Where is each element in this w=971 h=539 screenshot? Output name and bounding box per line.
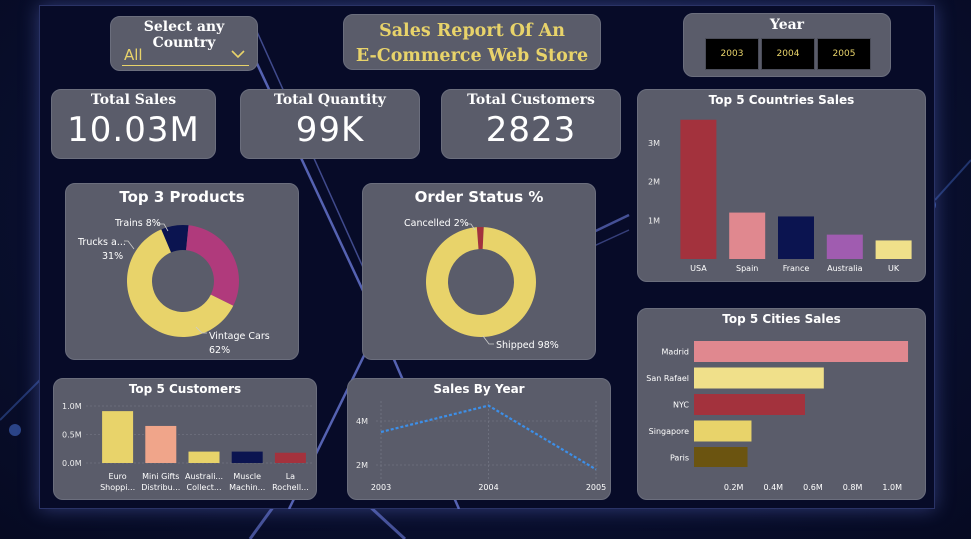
- x-tick-label-la-rochell-line1: La: [286, 472, 295, 481]
- bar-la-rochell: [274, 452, 306, 463]
- country-dropdown-value: All: [124, 45, 143, 64]
- bar-singapore: [694, 420, 752, 442]
- top5-cities-chart: Madrid San Rafael NYC Singapore Paris 0.2M 0.4…: [646, 341, 909, 492]
- y-tick-label-0-5m: 0.5M: [62, 431, 82, 440]
- top5-customers-card: Top 5 Customers 0.0M 0.5M 1.0M Euro Shoppi..…: [53, 378, 317, 500]
- x-tick-label-2003: 2003: [371, 483, 391, 492]
- data-label-trains: Trains 8%: [114, 218, 161, 229]
- x-tick-label-0-2m: 0.2M: [724, 483, 744, 492]
- kpi-total-customers-value: 2823: [485, 110, 577, 150]
- bar-uk: [875, 240, 912, 259]
- bar-muscle-machin: [231, 451, 263, 463]
- bar-san-rafael: [694, 367, 824, 389]
- y-tick-label-nyc: NYC: [673, 401, 689, 410]
- x-tick-label-0-6m: 0.6M: [803, 483, 823, 492]
- report-title-card: Sales Report Of An E-Commerce Web Store: [343, 14, 601, 70]
- data-label-trucks-pct: 31%: [102, 251, 123, 262]
- x-tick-label-muscle-machin-line1: Muscle: [233, 472, 261, 481]
- x-tick-label-usa: USA: [690, 264, 707, 273]
- data-label-vintage-cars: Vintage Cars: [209, 331, 270, 342]
- kpi-total-customers-label: Total Customers: [467, 92, 595, 108]
- bar-paris: [694, 447, 748, 467]
- bar-mini-gifts-distribu: [145, 425, 177, 463]
- x-tick-label-la-rochell-line2: Rochell...: [272, 483, 309, 492]
- data-label-vintage-cars-pct: 62%: [209, 345, 230, 356]
- x-tick-label-spain: Spain: [736, 264, 758, 273]
- x-tick-label-2005: 2005: [586, 483, 606, 492]
- x-tick-label-1-0m: 1.0M: [882, 483, 902, 492]
- order-status-card: Order Status % Shipped 98% Cancelled 2%: [362, 183, 596, 360]
- year-button-2005[interactable]: 2005: [817, 38, 871, 70]
- bar-spain: [729, 212, 766, 259]
- report-title-line2: E-Commerce Web Store: [355, 46, 589, 66]
- year-filter-title: Year: [769, 17, 805, 33]
- y-tick-label-1-0m: 1.0M: [62, 402, 82, 411]
- y-tick-label-san-rafael: San Rafael: [646, 374, 689, 383]
- kpi-total-customers: Total Customers 2823: [441, 89, 621, 159]
- kpi-total-quantity-value: 99K: [295, 110, 365, 150]
- kpi-total-quantity-label: Total Quantity: [274, 92, 386, 108]
- y-tick-label-4m: 4M: [356, 417, 368, 426]
- top3-products-card: Top 3 Products Vintage Cars 62% Trucks a..…: [65, 183, 299, 360]
- kpi-total-sales: Total Sales 10.03M: [51, 89, 216, 159]
- x-tick-label-euro-shoppi-line2: Shoppi...: [100, 483, 135, 492]
- top5-countries-card: Top 5 Countries Sales 1M 2M 3M USA Spain Fran…: [637, 89, 926, 282]
- pie-slice-trucks-a: [186, 225, 239, 306]
- y-tick-label-0-0m: 0.0M: [62, 459, 82, 468]
- country-filter-card: Select any Country All: [110, 16, 258, 71]
- top3-products-chart: Vintage Cars 62% Trucks a... 31% Trains 8%: [77, 218, 270, 356]
- year-button-2003[interactable]: 2003: [705, 38, 759, 70]
- data-label-shipped: Shipped 98%: [496, 340, 559, 351]
- x-tick-label-uk: UK: [888, 264, 900, 273]
- bar-australi-collect: [188, 451, 220, 463]
- kpi-total-sales-value: 10.03M: [67, 110, 200, 150]
- y-tick-label-2m: 2M: [356, 461, 368, 470]
- x-tick-label-0-4m: 0.4M: [763, 483, 783, 492]
- y-tick-label-1m: 1M: [648, 216, 660, 225]
- y-tick-label-3m: 3M: [648, 139, 660, 148]
- bar-usa: [680, 119, 717, 259]
- bar-nyc: [694, 394, 805, 415]
- kpi-total-sales-label: Total Sales: [90, 92, 177, 108]
- sales-by-year-chart: 2M 4M 2003 2004 2005: [356, 401, 606, 492]
- year-button-2004[interactable]: 2004: [761, 38, 815, 70]
- report-title: Sales Report Of An E-Commerce Web Store: [344, 19, 600, 69]
- x-tick-label-australi-collect-line1: Australi...: [185, 472, 223, 481]
- x-tick-label-euro-shoppi-line1: Euro: [109, 472, 127, 481]
- y-tick-label-2m: 2M: [648, 178, 660, 187]
- country-dropdown[interactable]: All: [122, 44, 249, 66]
- top5-cities-card: Top 5 Cities Sales Madrid San Rafael NYC Si…: [637, 308, 926, 500]
- bar-australia: [826, 234, 863, 259]
- leader-line-shipped: [482, 335, 494, 345]
- x-tick-label-0-8m: 0.8M: [843, 483, 863, 492]
- x-tick-label-australi-collect-line2: Collect...: [186, 483, 221, 492]
- top5-countries-chart: 1M 2M 3M USA Spain France Australia UK: [648, 119, 912, 273]
- bar-euro-shoppi: [102, 411, 134, 463]
- top5-customers-chart: 0.0M 0.5M 1.0M Euro Shoppi... Mini Gifts Distr…: [62, 402, 312, 492]
- x-tick-label-australia: Australia: [827, 264, 862, 273]
- x-tick-label-muscle-machin-line2: Machin...: [229, 483, 265, 492]
- sales-by-year-card: Sales By Year 2M 4M 2003 2004 2005: [347, 378, 611, 500]
- y-tick-label-paris: Paris: [670, 454, 689, 463]
- year-filter-card: Year 2003 2004 2005: [683, 13, 891, 77]
- report-title-line1: Sales Report Of An: [379, 21, 565, 41]
- y-tick-label-singapore: Singapore: [649, 427, 689, 436]
- y-tick-label-madrid: Madrid: [662, 348, 689, 357]
- bar-france: [778, 216, 814, 259]
- order-status-chart: Shipped 98% Cancelled 2%: [404, 218, 559, 351]
- data-label-trucks: Trucks a...: [77, 237, 126, 248]
- x-tick-label-mini-gifts-distribu-line2: Distribu...: [141, 483, 180, 492]
- data-label-cancelled: Cancelled 2%: [404, 218, 469, 229]
- chevron-down-icon: [231, 50, 245, 59]
- x-tick-label-2004: 2004: [478, 483, 498, 492]
- x-tick-label-mini-gifts-distribu-line1: Mini Gifts: [142, 472, 179, 481]
- bar-madrid: [694, 341, 909, 362]
- x-tick-label-france: France: [783, 264, 810, 273]
- kpi-total-quantity: Total Quantity 99K: [240, 89, 420, 159]
